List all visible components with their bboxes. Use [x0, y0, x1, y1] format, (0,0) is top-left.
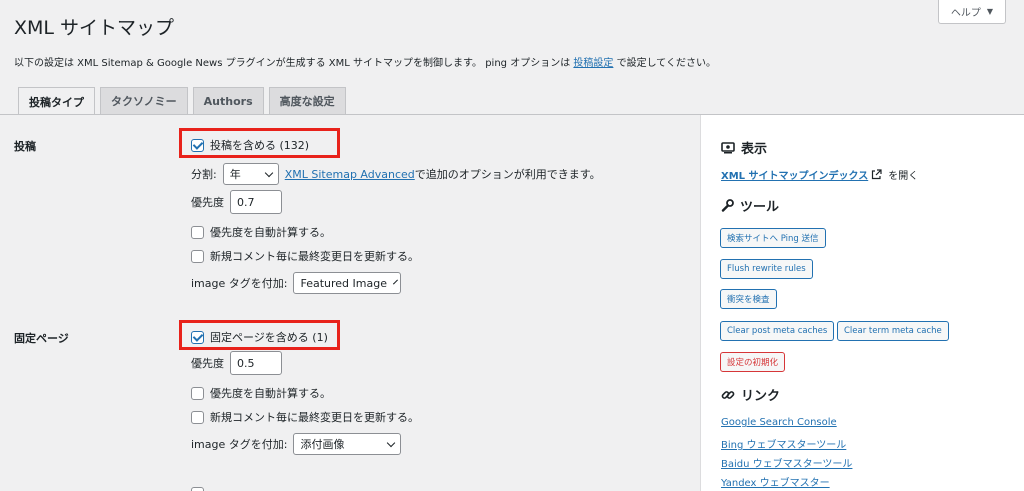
pages-image-row: image タグを付加: 添付画像: [191, 433, 402, 455]
links-heading: リンク: [721, 385, 780, 404]
settings-tabs: 投稿タイプ タクソノミー Authors 高度な設定: [18, 87, 346, 115]
clear-term-meta-button[interactable]: Clear term meta cache: [837, 321, 949, 341]
settings-form: 投稿 投稿を含める (132) 分割: 年 XML Sitemap Advanc…: [0, 115, 700, 491]
sitemap-index-row: XML サイトマップインデックス を開く: [721, 167, 918, 182]
pages-auto-priority-checkbox[interactable]: [191, 386, 204, 400]
chevron-down-icon: [392, 279, 398, 284]
view-heading: 表示: [721, 138, 767, 157]
include-posts-checkbox[interactable]: [191, 138, 204, 152]
intro-after: で設定してください。: [613, 58, 716, 69]
posts-image-select-value: Featured Image: [300, 276, 387, 290]
include-pages-row[interactable]: 固定ページを含める (1): [191, 329, 328, 345]
links-heading-label: リンク: [741, 389, 781, 404]
include-posts-label: 投稿を含める (132): [210, 139, 310, 152]
clear-post-meta-button[interactable]: Clear post meta caches: [720, 321, 835, 341]
view-icon: [721, 141, 735, 153]
baidu-webmaster-link[interactable]: Baidu ウェブマスターツール: [721, 455, 852, 470]
posts-auto-priority-row[interactable]: 優先度を自動計算する。: [191, 224, 331, 240]
next-section-checkbox-row[interactable]: [191, 487, 204, 491]
tab-authors[interactable]: Authors: [192, 87, 264, 114]
pages-auto-priority-row[interactable]: 優先度を自動計算する。: [191, 385, 331, 401]
help-button[interactable]: ヘルプ ▼: [938, 0, 1006, 24]
pages-update-lastmod-row[interactable]: 新規コメント毎に最終変更日を更新する。: [191, 409, 419, 425]
next-section-checkbox[interactable]: [191, 487, 204, 491]
posts-image-select[interactable]: Featured Image: [293, 272, 402, 294]
flush-rewrite-rules-button[interactable]: Flush rewrite rules: [720, 259, 813, 279]
pages-image-select-value: 添付画像: [300, 438, 345, 451]
sitemap-index-after: を開く: [888, 171, 919, 182]
reset-settings-button[interactable]: 設定の初期化: [720, 352, 786, 372]
advanced-after-text: で追加のオプションが利用できます。: [414, 168, 601, 181]
posts-priority-input[interactable]: 0.7: [230, 190, 282, 214]
split-row: 分割: 年 XML Sitemap Advanced で追加のオプションが利用で…: [191, 163, 601, 185]
pages-update-lastmod-checkbox[interactable]: [191, 410, 204, 424]
chevron-down-icon: [387, 438, 396, 447]
tools-heading-label: ツール: [740, 200, 780, 215]
tab-advanced[interactable]: 高度な設定: [268, 87, 346, 114]
pages-update-lastmod-label: 新規コメント毎に最終変更日を更新する。: [210, 411, 419, 424]
split-select-value: 年: [229, 168, 241, 181]
posts-auto-priority-checkbox[interactable]: [191, 225, 204, 239]
ping-search-engines-button[interactable]: 検索サイトへ Ping 送信: [720, 228, 826, 248]
tools-heading: ツール: [721, 196, 779, 215]
caret-down-icon: ▼: [986, 7, 994, 16]
xml-sitemap-advanced-link[interactable]: XML Sitemap Advanced: [285, 168, 415, 181]
yandex-webmaster-link[interactable]: Yandex ウェブマスター: [721, 474, 830, 489]
link-icon: [721, 390, 735, 399]
pages-priority-row: 優先度 0.5: [191, 351, 282, 375]
check-conflicts-button[interactable]: 衝突を検査: [720, 289, 777, 309]
pages-image-label: image タグを付加:: [191, 438, 288, 451]
intro-before: 以下の設定は XML Sitemap & Google News プラグインが生…: [14, 58, 574, 69]
google-search-console-link[interactable]: Google Search Console: [721, 417, 837, 428]
posts-update-lastmod-row[interactable]: 新規コメント毎に最終変更日を更新する。: [191, 248, 419, 264]
wrench-icon: [721, 199, 734, 212]
sidebar-panel: 表示 XML サイトマップインデックス を開く ツール 検索サイトへ Ping …: [700, 115, 1024, 491]
posts-auto-priority-label: 優先度を自動計算する。: [210, 226, 331, 239]
bing-webmaster-link[interactable]: Bing ウェブマスターツール: [721, 436, 846, 451]
include-pages-checkbox[interactable]: [191, 330, 204, 344]
posts-update-lastmod-label: 新規コメント毎に最終変更日を更新する。: [210, 250, 419, 263]
posts-priority-row: 優先度 0.7: [191, 190, 282, 214]
posts-image-row: image タグを付加: Featured Image: [191, 272, 402, 294]
posts-section-label: 投稿: [14, 140, 36, 153]
pages-image-select[interactable]: 添付画像: [293, 433, 402, 455]
tab-post-types[interactable]: 投稿タイプ: [18, 87, 95, 115]
posts-update-lastmod-checkbox[interactable]: [191, 249, 204, 263]
intro-text: 以下の設定は XML Sitemap & Google News プラグインが生…: [14, 54, 716, 69]
pages-priority-input[interactable]: 0.5: [230, 351, 282, 375]
include-pages-label: 固定ページを含める (1): [210, 331, 328, 344]
help-label: ヘルプ: [950, 8, 981, 19]
include-posts-row[interactable]: 投稿を含める (132): [191, 137, 309, 153]
sitemap-index-link[interactable]: XML サイトマップインデックス: [721, 167, 868, 182]
pages-section-label: 固定ページ: [14, 332, 69, 345]
pages-priority-label: 優先度: [191, 357, 224, 370]
chevron-down-icon: [264, 168, 273, 177]
posts-image-label: image タグを付加:: [191, 277, 288, 290]
posts-priority-label: 優先度: [191, 196, 224, 209]
tab-taxonomies[interactable]: タクソノミー: [100, 87, 188, 114]
writing-settings-link[interactable]: 投稿設定: [573, 58, 613, 69]
page-title: XML サイトマップ: [14, 17, 175, 39]
split-label: 分割:: [191, 168, 217, 181]
external-link-icon: [872, 169, 882, 180]
split-select[interactable]: 年: [222, 163, 279, 185]
pages-auto-priority-label: 優先度を自動計算する。: [210, 387, 331, 400]
view-heading-label: 表示: [741, 142, 768, 157]
